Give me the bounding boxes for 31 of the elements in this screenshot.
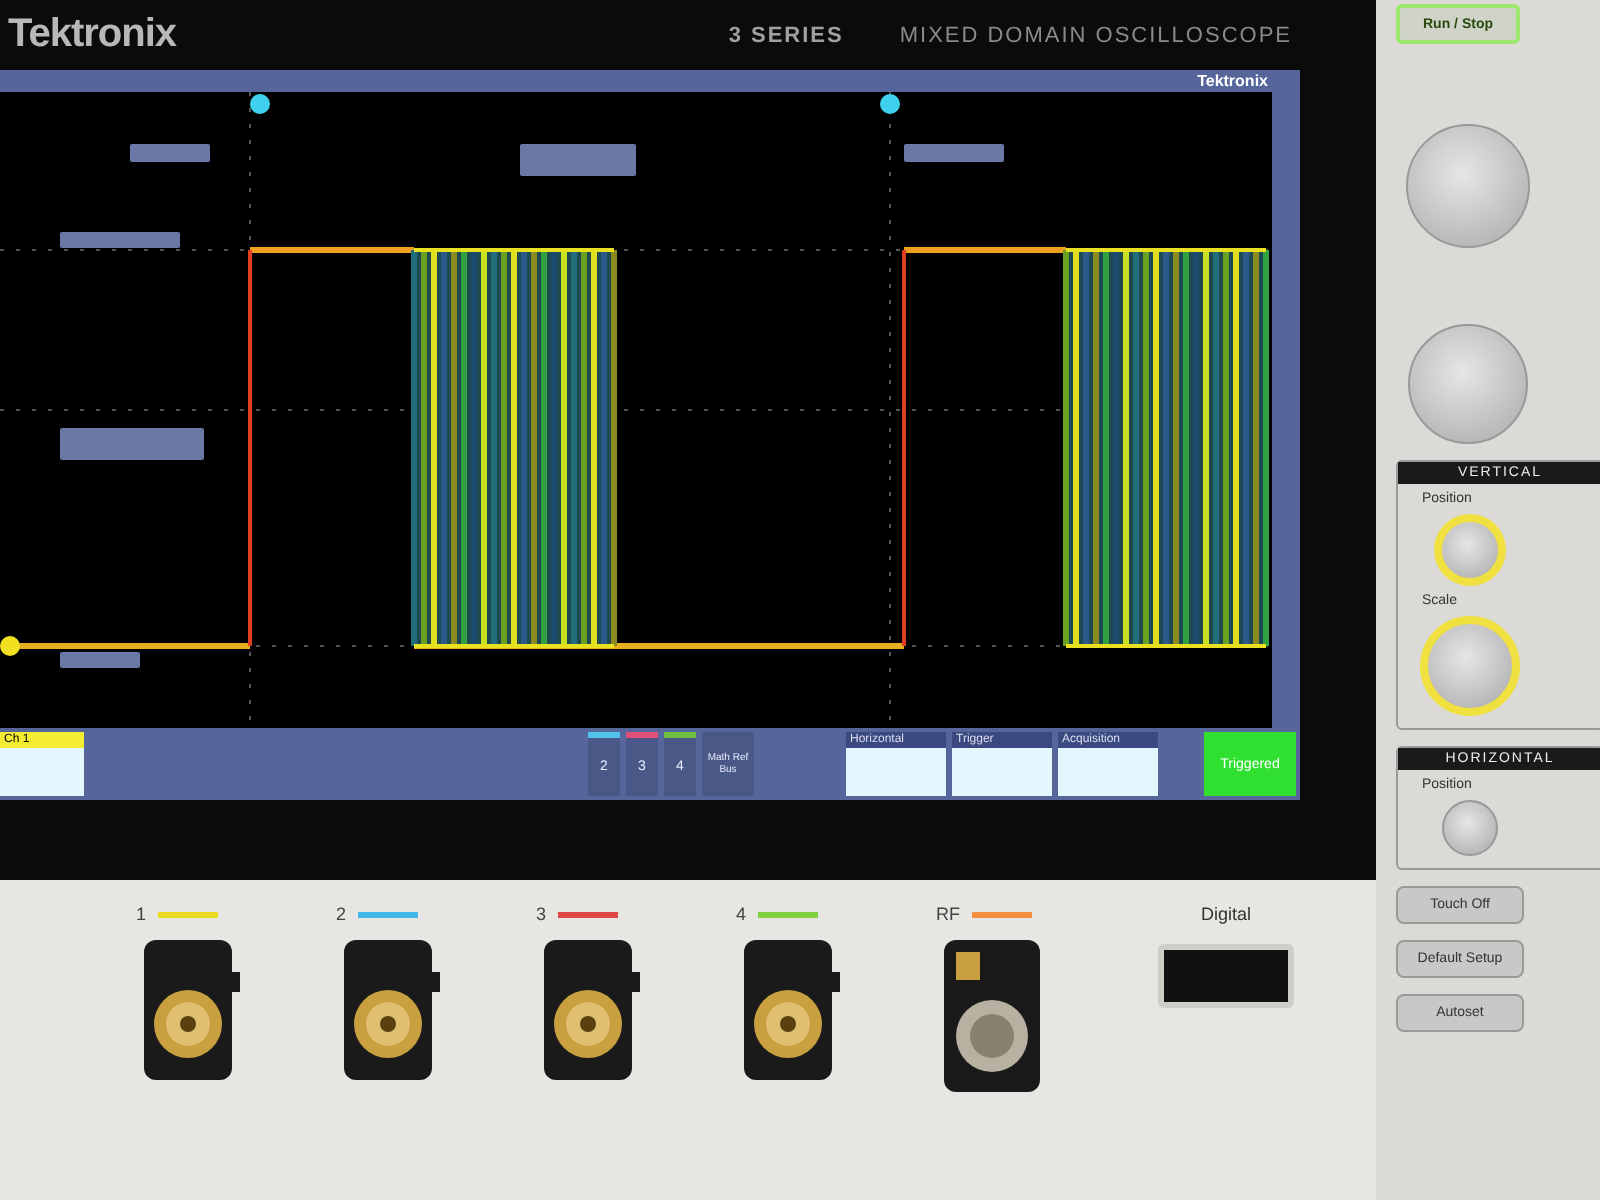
bnc-connector-icon	[339, 936, 443, 1084]
brand-logo: Tektronix	[8, 12, 177, 58]
position-knob[interactable]	[1442, 800, 1498, 856]
cursor-readout-label	[520, 144, 636, 176]
input-label: 1	[136, 904, 147, 924]
channel-readout-panel	[0, 748, 84, 796]
rf-connector-icon	[939, 936, 1043, 1096]
panel-readout	[952, 748, 1052, 796]
digital-label: Digital	[1200, 904, 1251, 924]
input-label: RF	[936, 904, 960, 924]
panel-readout	[846, 748, 946, 796]
bnc-connector-icon	[739, 936, 843, 1084]
bnc-connector-icon	[139, 936, 243, 1084]
model-label: MIXED DOMAIN OSCILLOSCOPE	[899, 23, 1292, 47]
cursor-marker-icon[interactable]	[250, 94, 270, 114]
cursor-readout-label	[60, 428, 204, 460]
cursor-readout-label	[60, 232, 180, 248]
cursor-readout-label	[60, 652, 140, 668]
scale-knob[interactable]	[1420, 616, 1520, 716]
cursor-readout-label	[904, 144, 1004, 162]
cursor-readout-label	[130, 144, 210, 162]
input-label: 2	[336, 904, 347, 924]
panel-readout	[1058, 748, 1158, 796]
digital-port-icon	[1158, 944, 1294, 1008]
input-label: 3	[536, 904, 547, 924]
input-label: 4	[736, 904, 747, 924]
cursor-marker-icon[interactable]	[880, 94, 900, 114]
bnc-connector-icon	[539, 936, 643, 1084]
series-label: 3 SERIES	[728, 23, 844, 47]
screen-logo: Tektronix	[1197, 73, 1268, 89]
channel-marker-icon[interactable]	[0, 636, 20, 656]
